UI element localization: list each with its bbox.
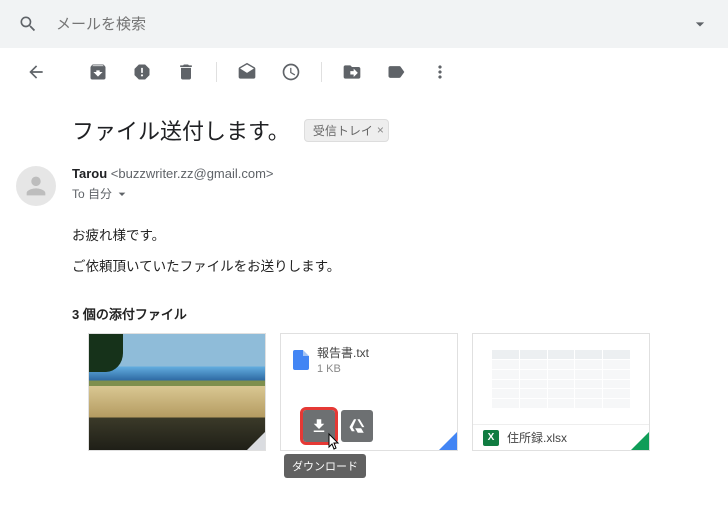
- subject-row: ファイル送付します。 受信トレイ ×: [0, 96, 728, 156]
- recipient-dropdown[interactable]: To 自分: [72, 185, 274, 202]
- report-spam-button[interactable]: [122, 52, 162, 92]
- move-to-button[interactable]: [332, 52, 372, 92]
- back-button[interactable]: [16, 52, 56, 92]
- email-subject: ファイル送付します。: [72, 114, 290, 146]
- attachment-image[interactable]: [88, 333, 266, 451]
- download-tooltip: ダウンロード: [284, 454, 366, 478]
- search-bar: [0, 0, 728, 48]
- dogear-icon: [439, 432, 457, 450]
- body-line: ご依頼頂いていたファイルをお送りします。: [72, 251, 712, 282]
- attachments-heading: 3 個の添付ファイル: [16, 282, 712, 333]
- labels-button[interactable]: [376, 52, 416, 92]
- text-file-icon: [293, 350, 309, 370]
- body-line: お疲れ様です。: [72, 220, 712, 251]
- attachment-txt[interactable]: 報告書.txt 1 KB ダウンロード: [280, 333, 458, 451]
- snooze-button[interactable]: [271, 52, 311, 92]
- sender-email: <buzzwriter.zz@gmail.com>: [111, 166, 274, 181]
- more-button[interactable]: [420, 52, 460, 92]
- spreadsheet-thumbnail: [473, 334, 649, 424]
- attachment-filename: 住所録.xlsx: [507, 429, 567, 446]
- excel-icon: X: [483, 430, 499, 446]
- inbox-label-text: 受信トレイ: [313, 122, 373, 139]
- archive-button[interactable]: [78, 52, 118, 92]
- image-thumbnail: [89, 334, 265, 450]
- delete-button[interactable]: [166, 52, 206, 92]
- download-button[interactable]: [303, 410, 335, 442]
- toolbar-separator: [321, 62, 322, 82]
- email-body: お疲れ様です。 ご依頼頂いていたファイルをお送りします。: [16, 206, 712, 282]
- sender-avatar[interactable]: [16, 166, 56, 206]
- mark-unread-button[interactable]: [227, 52, 267, 92]
- dogear-icon: [247, 432, 265, 450]
- message-toolbar: [0, 48, 728, 96]
- dogear-icon: [631, 432, 649, 450]
- search-input[interactable]: [56, 16, 688, 33]
- toolbar-separator: [216, 62, 217, 82]
- chevron-down-icon: [114, 186, 130, 202]
- sender-name: Tarou: [72, 166, 107, 181]
- attachment-filename: 報告書.txt: [317, 344, 369, 361]
- remove-label-icon[interactable]: ×: [377, 123, 384, 137]
- search-options-caret-icon[interactable]: [688, 12, 712, 36]
- save-to-drive-button[interactable]: [341, 410, 373, 442]
- search-icon[interactable]: [16, 12, 40, 36]
- inbox-label-chip[interactable]: 受信トレイ ×: [304, 119, 389, 142]
- attachment-xlsx[interactable]: X 住所録.xlsx: [472, 333, 650, 451]
- attachment-filesize: 1 KB: [317, 363, 369, 375]
- recipient-text: To 自分: [72, 185, 112, 202]
